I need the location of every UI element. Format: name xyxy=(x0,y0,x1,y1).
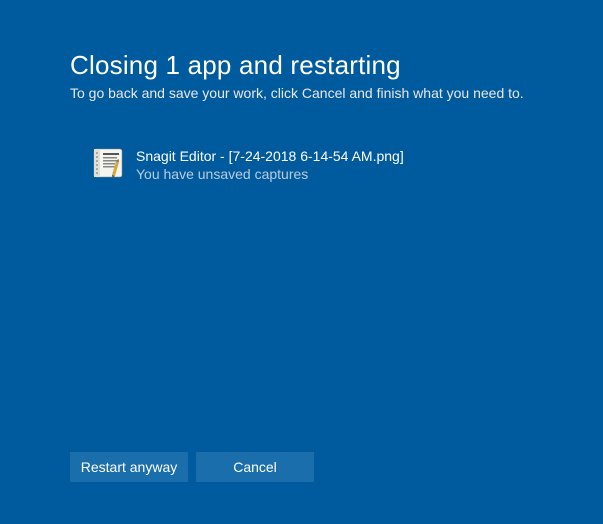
app-name: Snagit Editor - [7-24-2018 6-14-54 AM.pn… xyxy=(136,147,404,165)
dialog-subtitle: To go back and save your work, click Can… xyxy=(70,85,533,101)
restart-anyway-button[interactable]: Restart anyway xyxy=(70,452,188,482)
dialog-title: Closing 1 app and restarting xyxy=(70,50,533,81)
dialog-content: Closing 1 app and restarting To go back … xyxy=(0,0,603,183)
app-info: Snagit Editor - [7-24-2018 6-14-54 AM.pn… xyxy=(136,147,404,183)
app-item: Snagit Editor - [7-24-2018 6-14-54 AM.pn… xyxy=(92,147,533,183)
app-status: You have unsaved captures xyxy=(136,165,404,183)
app-list: Snagit Editor - [7-24-2018 6-14-54 AM.pn… xyxy=(70,147,533,183)
cancel-button[interactable]: Cancel xyxy=(196,452,314,482)
snagit-editor-icon xyxy=(92,147,124,179)
button-row: Restart anyway Cancel xyxy=(70,452,314,482)
